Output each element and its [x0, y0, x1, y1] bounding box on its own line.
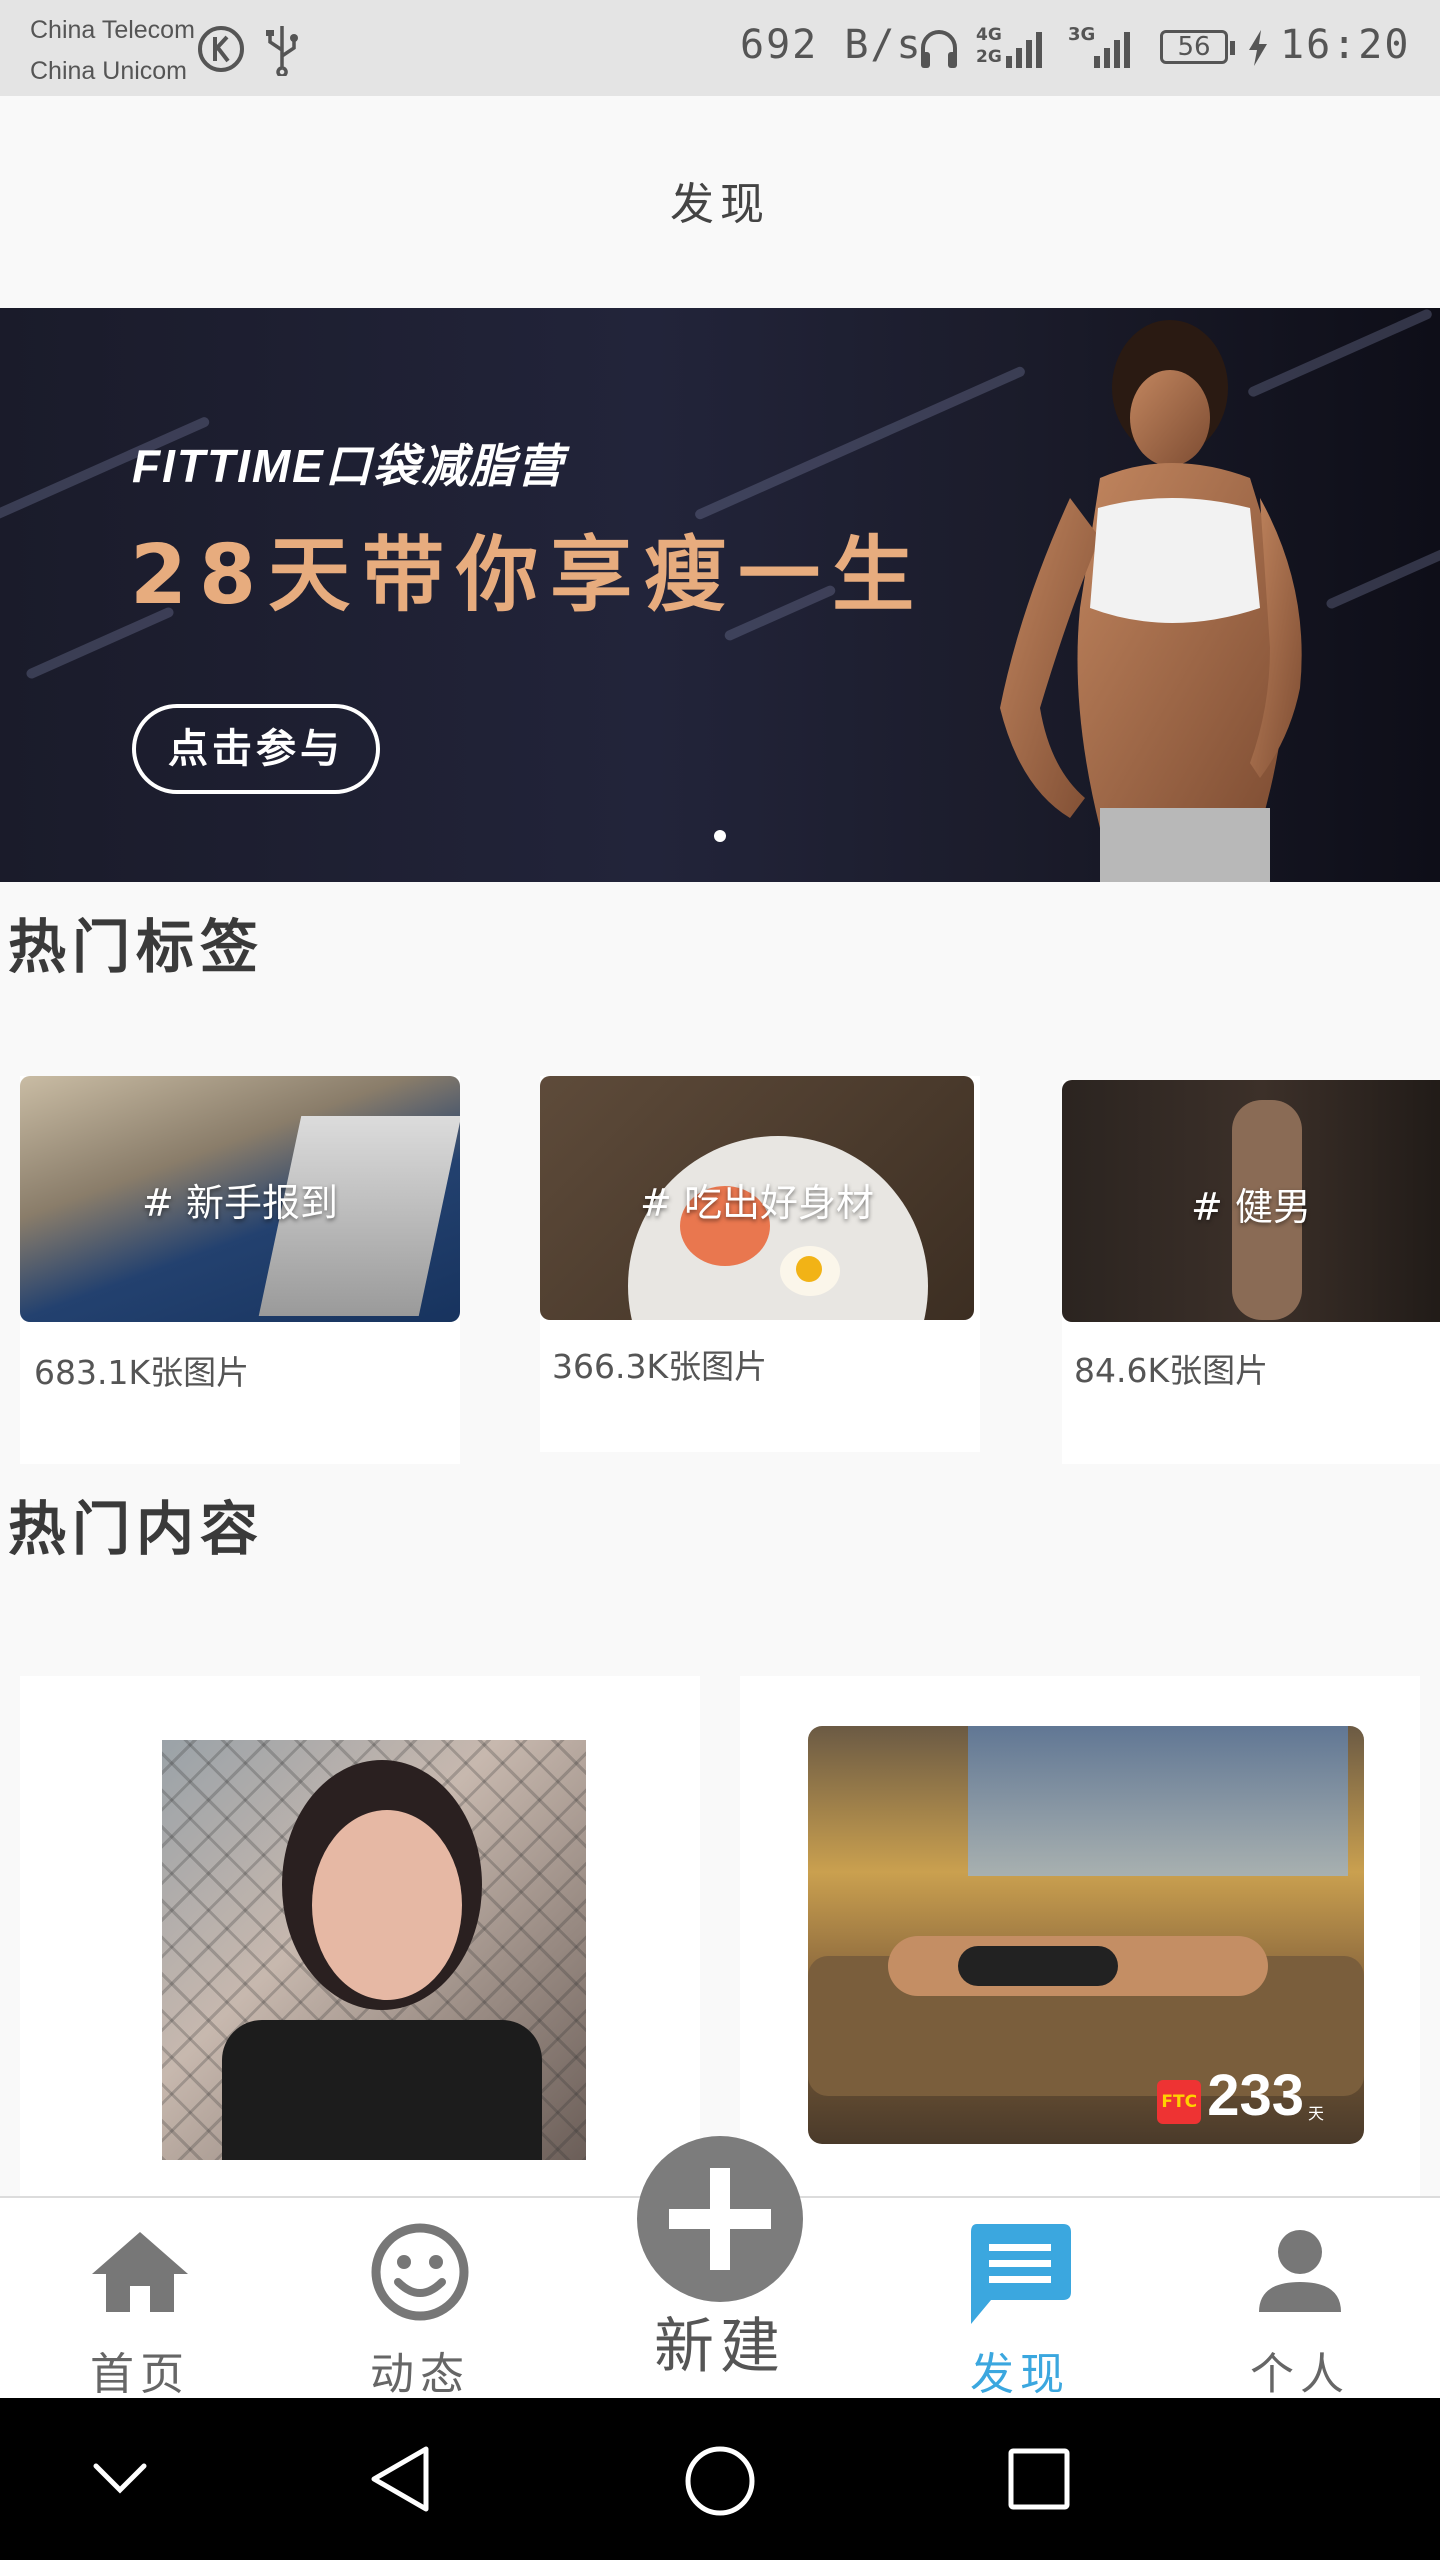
content-card[interactable]: FTC 233 天: [740, 1676, 1420, 2196]
content-image-selfie: [162, 1740, 586, 2160]
hot-tags-title: 热门标签: [8, 913, 265, 981]
hot-content-title: 热门内容: [8, 1495, 265, 1563]
nav-home[interactable]: 首页: [40, 2198, 240, 2400]
clock: 16:20: [1280, 22, 1411, 68]
athlete-image: [1000, 320, 1302, 882]
plus-icon: [669, 2168, 771, 2270]
collapse-icon[interactable]: [90, 2458, 150, 2498]
banner-slogan: 28天带你享瘦一生: [130, 528, 927, 623]
carrier-1: China Telecom: [30, 16, 195, 44]
carrier-2: China Unicom: [30, 57, 188, 85]
nav-feed[interactable]: 动态: [320, 2198, 520, 2400]
tag-card-eat-well[interactable]: # 吃出好身材 366.3K张图片: [540, 1076, 980, 1452]
k-icon: [198, 26, 244, 72]
tag-label: # 健男: [1191, 1185, 1311, 1229]
streak-badge: FTC 233 天: [1157, 2063, 1324, 2128]
tag-count: 366.3K张图片: [552, 1347, 768, 1386]
usb-icon: [266, 26, 298, 76]
tag-label: # 新手报到: [142, 1181, 338, 1225]
title-bar: 发现: [0, 96, 1440, 308]
recents-icon[interactable]: [1006, 2446, 1072, 2512]
tag-image: # 健男: [1062, 1080, 1440, 1322]
nav-profile[interactable]: 个人: [1200, 2198, 1400, 2400]
nav-label: 首页: [90, 2349, 190, 2400]
nav-label: 动态: [370, 2349, 470, 2400]
tag-count: 683.1K张图片: [34, 1353, 250, 1392]
nav-discover[interactable]: 发现: [920, 2198, 1120, 2400]
system-nav-bar: [0, 2398, 1440, 2560]
back-icon[interactable]: [366, 2443, 436, 2515]
chat-bubble-icon: [971, 2224, 1071, 2324]
carrier-info: China Telecom China Unicom: [30, 10, 195, 92]
carousel-indicator: [714, 830, 726, 842]
banner-brand: FITTIME口袋减脂营: [132, 440, 565, 492]
create-label: 新建: [654, 2312, 786, 2382]
join-button[interactable]: 点击参与: [132, 704, 380, 794]
signal-strength-icon-2: [1094, 32, 1130, 68]
tag-card-fit-guys[interactable]: # 健男 84.6K张图片: [1062, 1080, 1440, 1464]
network-type-4g2g: 4G 2G: [976, 25, 1002, 67]
tag-card-newbie[interactable]: # 新手报到 683.1K张图片: [20, 1076, 460, 1464]
status-bar: China Telecom China Unicom 692 B/s 4G 2G…: [0, 0, 1440, 96]
battery-icon: 56: [1160, 30, 1235, 64]
page-title: 发现: [670, 179, 770, 230]
tag-count: 84.6K张图片: [1074, 1351, 1269, 1390]
streak-unit: 天: [1307, 2104, 1324, 2123]
content-card[interactable]: [20, 1676, 700, 2196]
home-circle-icon[interactable]: [682, 2443, 758, 2519]
promo-banner[interactable]: FITTIME口袋减脂营 28天带你享瘦一生 点击参与: [0, 308, 1440, 882]
charging-icon: [1249, 30, 1267, 66]
nav-label: 个人: [1250, 2349, 1350, 2400]
nav-label: 发现: [970, 2349, 1070, 2400]
content-image-workout: FTC 233 天: [808, 1726, 1364, 2144]
create-button[interactable]: [637, 2136, 803, 2302]
home-icon: [92, 2232, 188, 2312]
ftc-logo: FTC: [1157, 2080, 1202, 2124]
headphones-icon: [921, 30, 957, 68]
person-icon: [1259, 2230, 1341, 2312]
smiley-icon: [371, 2223, 469, 2321]
net-speed: 692 B/s: [740, 22, 923, 68]
streak-days: 233: [1207, 2063, 1304, 2128]
tag-image: # 吃出好身材: [540, 1076, 974, 1320]
tag-label: # 吃出好身材: [640, 1181, 874, 1225]
signal-strength-icon: [1006, 32, 1042, 68]
tag-image: # 新手报到: [20, 1076, 460, 1322]
